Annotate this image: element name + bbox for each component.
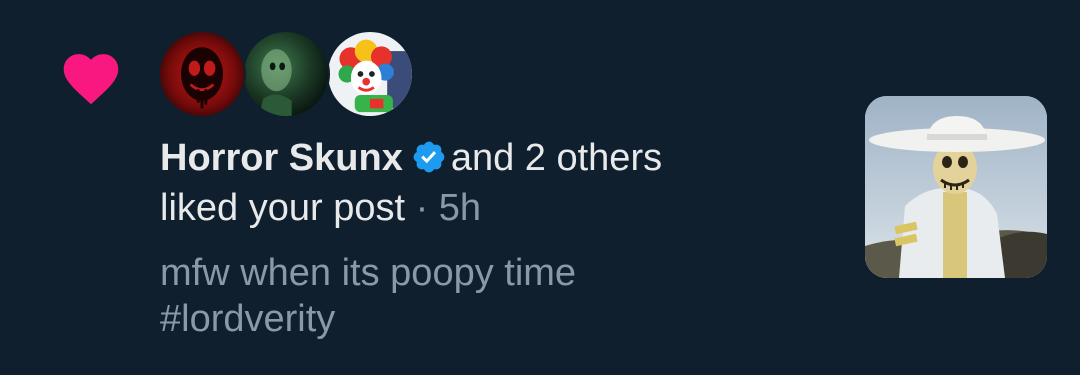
verified-badge-icon xyxy=(413,141,445,173)
post-preview-hashtag[interactable]: #lordverity xyxy=(160,296,576,342)
separator-dot: · xyxy=(415,187,429,229)
liker-avatars xyxy=(158,30,418,122)
avatar-red-skull[interactable] xyxy=(158,30,246,118)
post-preview-line: mfw when its poopy time xyxy=(160,252,577,294)
like-notification[interactable]: Horror Skunx and 2 others liked your pos… xyxy=(0,0,1080,375)
white-hat-skeleton-thumbnail-icon xyxy=(865,96,1047,278)
notification-headline: Horror Skunx and 2 others xyxy=(160,136,662,180)
post-thumbnail[interactable] xyxy=(865,96,1047,278)
heart-icon xyxy=(63,54,119,105)
post-preview-text[interactable]: mfw when its poopy time #lordverity xyxy=(160,250,576,342)
timestamp: 5h xyxy=(438,187,482,229)
action-text: liked your post xyxy=(160,187,406,229)
red-skull-avatar-icon xyxy=(160,32,244,116)
avatar-green-ghost[interactable] xyxy=(242,30,330,118)
notification-action-line: liked your post · 5h xyxy=(160,186,481,230)
clown-avatar-icon xyxy=(328,32,412,116)
others-link[interactable]: and 2 others xyxy=(451,137,662,179)
green-ghost-avatar-icon xyxy=(244,32,328,116)
user-name-link[interactable]: Horror Skunx xyxy=(160,137,403,179)
avatar-clown[interactable] xyxy=(326,30,414,118)
